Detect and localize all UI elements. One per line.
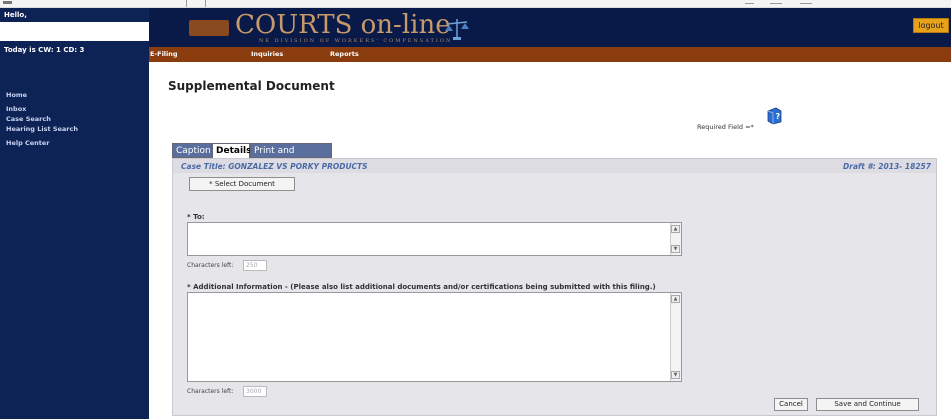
help-book-icon[interactable]: ? xyxy=(765,107,783,125)
additional-information-label: * Additional Information - (Please also … xyxy=(187,283,656,291)
menu-item-reports[interactable]: Reports xyxy=(330,50,359,58)
sidebar-gap xyxy=(0,22,149,41)
scroll-up-icon[interactable]: ▲ xyxy=(671,225,680,233)
strip-divider xyxy=(186,0,187,7)
sidebar-item-case-search[interactable]: Case Search xyxy=(0,114,149,124)
site-logo-title: COURTS on-line xyxy=(235,10,451,40)
strip-mark xyxy=(3,1,12,4)
case-title: Case Title: GONZALEZ VS PORKY PRODUCTS xyxy=(181,162,368,171)
save-and-continue-button[interactable]: Save and Continue xyxy=(816,398,919,411)
strip-divider xyxy=(205,0,206,7)
sidebar: Hello, Today is CW: 1 CD: 3 Home Inbox C… xyxy=(0,8,149,419)
case-header: Case Title: GONZALEZ VS PORKY PRODUCTS D… xyxy=(173,159,936,173)
scroll-up-icon[interactable]: ▲ xyxy=(671,295,680,303)
tab-details[interactable]: Details xyxy=(212,143,251,158)
to-chars-left: 250 xyxy=(243,260,267,271)
logout-button[interactable]: logout xyxy=(913,18,949,33)
site-logo-subtitle: NE DIVISION OF WORKERS' COMPENSATION xyxy=(259,38,453,44)
to-textarea[interactable]: ▲ ▼ xyxy=(187,222,682,256)
gavel-icon xyxy=(189,20,229,36)
strip-dash xyxy=(800,3,812,4)
additional-information-textarea[interactable]: ▲ ▼ xyxy=(187,292,682,382)
main-menu-bar: E-Filing Inquiries Reports xyxy=(149,47,951,62)
sidebar-item-home[interactable]: Home xyxy=(0,90,149,100)
tab-caption[interactable]: Caption xyxy=(172,143,212,158)
to-chars-label: Characters left: xyxy=(187,262,234,269)
greeting: Hello, xyxy=(0,8,149,22)
cancel-button[interactable]: Cancel xyxy=(774,398,808,411)
strip-dash xyxy=(745,3,754,4)
today-status: Today is CW: 1 CD: 3 xyxy=(4,46,85,54)
draft-number: Draft #: 2013- 18257 xyxy=(843,162,931,171)
scroll-down-icon[interactable]: ▼ xyxy=(671,245,680,253)
menu-item-e-filing[interactable]: E-Filing xyxy=(150,50,178,58)
page-title: Supplemental Document xyxy=(168,79,335,93)
to-scrollbar[interactable]: ▲ ▼ xyxy=(670,223,681,255)
required-field-note: Required Field =* xyxy=(697,123,754,131)
sidebar-nav: Home Inbox Case Search Hearing List Sear… xyxy=(0,90,149,148)
additional-chars-label: Characters left: xyxy=(187,388,234,395)
sidebar-item-hearing-list-search[interactable]: Hearing List Search xyxy=(0,124,149,134)
to-label: * To: xyxy=(187,213,205,221)
strip-dash xyxy=(770,3,782,4)
select-document-button[interactable]: * Select Document xyxy=(189,177,295,191)
svg-text:?: ? xyxy=(776,112,781,121)
sidebar-item-help-center[interactable]: Help Center xyxy=(0,138,149,148)
details-panel: Case Title: GONZALEZ VS PORKY PRODUCTS D… xyxy=(172,158,937,416)
scroll-down-icon[interactable]: ▼ xyxy=(671,371,680,379)
header-banner: COURTS on-line NE DIVISION OF WORKERS' C… xyxy=(149,8,951,47)
additional-chars-left: 3000 xyxy=(243,386,267,397)
scales-of-justice-icon xyxy=(445,19,469,40)
additional-information-scrollbar[interactable]: ▲ ▼ xyxy=(670,293,681,381)
menu-item-inquiries[interactable]: Inquiries xyxy=(251,50,283,58)
tab-print-and-submit[interactable]: Print and Submit xyxy=(250,143,332,170)
sidebar-item-inbox[interactable]: Inbox xyxy=(0,104,149,114)
browser-top-strip xyxy=(0,0,951,8)
